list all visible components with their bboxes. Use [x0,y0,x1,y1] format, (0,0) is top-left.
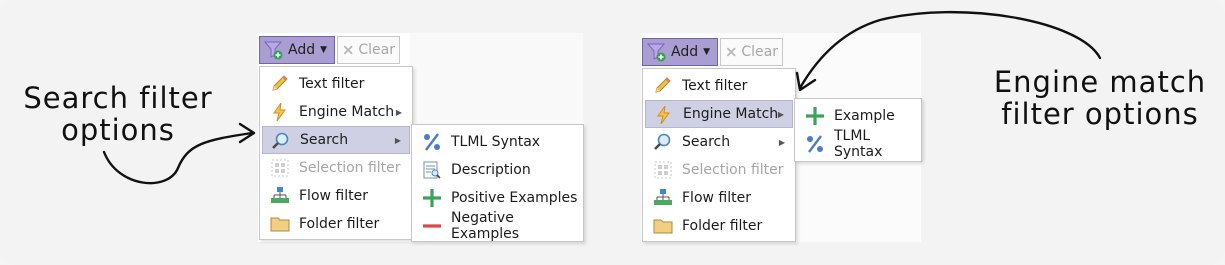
right-annotation-arrow [798,10,1102,90]
left-annotation-arrow [102,131,254,185]
right-arrowhead [795,71,817,92]
